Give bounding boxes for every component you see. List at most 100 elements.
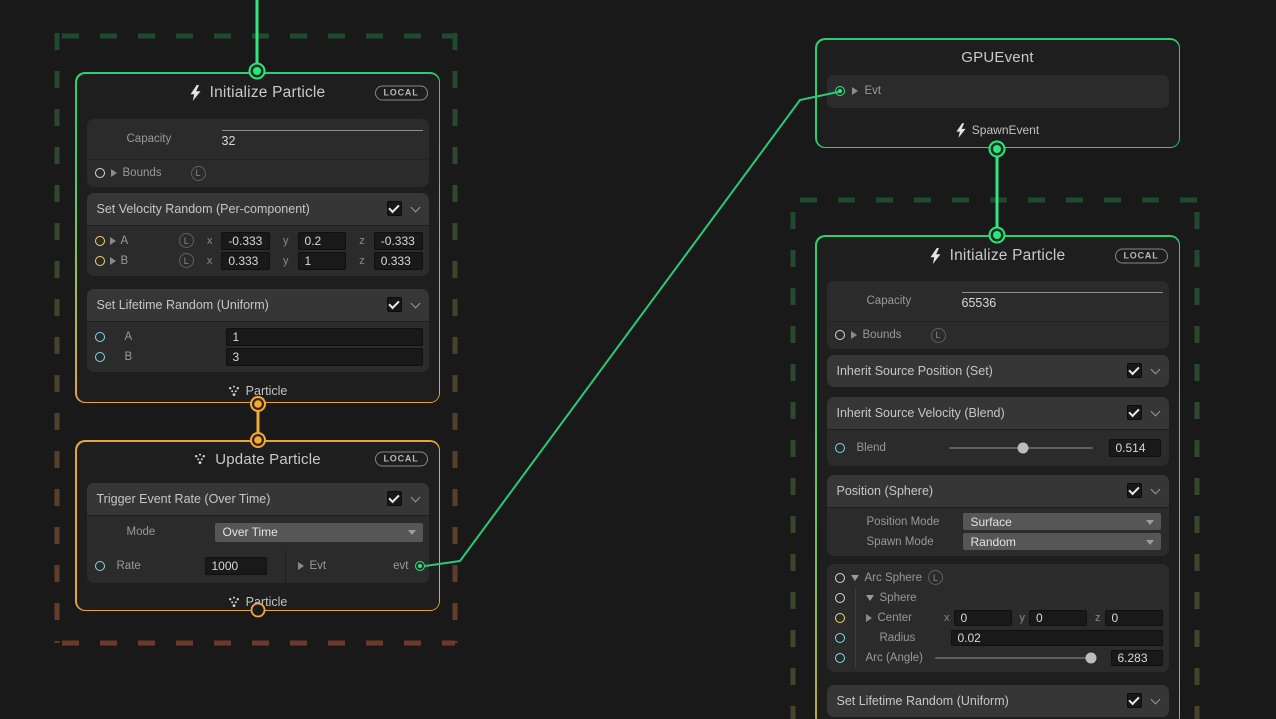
float-port[interactable] [835,443,845,453]
edge-evt-to-gpuevent[interactable] [425,92,838,566]
x-field[interactable]: -0.333 [221,232,270,250]
node-header[interactable]: Initialize Particle LOCAL [817,237,1179,275]
block-header-trigger-event-rate[interactable]: Trigger Event Rate (Over Time) [87,483,429,515]
evt-input-port[interactable] [835,86,845,96]
mode-row: Mode Over Time [87,516,429,549]
link-badge-icon: L [931,328,946,343]
axis-x-label: x [944,612,950,624]
mode-dropdown[interactable]: Over Time [215,523,423,542]
arc-sphere-row: Arc Sphere L [827,568,1169,588]
block-header-set-lifetime-random[interactable]: Set Lifetime Random (Uniform) [827,685,1169,717]
expander-icon[interactable] [111,169,117,177]
rate-field[interactable]: 1000 [205,557,267,575]
chevron-down-icon[interactable] [1150,694,1160,704]
spawn-mode-dropdown[interactable]: Random [963,533,1161,550]
block-header-position-sphere[interactable]: Position (Sphere) [827,475,1169,507]
row-label: A [125,331,220,343]
center-row: Center x 0 y 0 z 0 [827,608,1169,628]
chevron-down-icon[interactable] [1150,484,1160,494]
sphere-row: Sphere [827,588,1169,608]
x-field[interactable]: 0 [954,610,1012,626]
y-field[interactable]: 0.2 [298,232,347,250]
axis-x-label: x [207,235,213,247]
arc-angle-value-field[interactable]: 6.283 [1111,650,1163,666]
expander-icon[interactable] [110,257,116,265]
z-field[interactable]: 0 [1105,610,1163,626]
capacity-field[interactable]: 65536 [962,292,1163,310]
value-field[interactable]: 3 [226,348,423,366]
bounds-port[interactable] [835,330,845,340]
arc-angle-slider[interactable] [935,657,1094,659]
flow-output-label: Particle [77,595,439,610]
blend-label: Blend [857,442,937,454]
block-header-inherit-source-velocity[interactable]: Inherit Source Velocity (Blend) [827,397,1169,429]
block-header-set-velocity-random[interactable]: Set Velocity Random (Per-component) [87,193,429,225]
value-field[interactable]: 1 [226,328,423,346]
float-port[interactable] [95,332,105,342]
bounds-port[interactable] [95,168,105,178]
y-field[interactable]: 0 [1029,610,1087,626]
enabled-checkbox[interactable] [387,491,402,506]
position-mode-label: Position Mode [867,516,963,528]
vector-port[interactable] [95,236,105,246]
chevron-down-icon[interactable] [410,492,420,502]
float-port[interactable] [95,561,105,571]
enabled-checkbox[interactable] [1127,693,1142,708]
position-mode-dropdown[interactable]: Surface [963,513,1161,530]
float-port[interactable] [95,352,105,362]
expander-icon[interactable] [851,575,859,581]
float-port[interactable] [835,633,845,643]
vfx-graph-canvas[interactable]: { "nodes": { "left_init": { "title": "In… [0,0,1276,719]
expander-icon[interactable] [866,595,874,601]
evt-output-port[interactable] [415,561,425,571]
node-update-particle[interactable]: Update Particle LOCAL Trigger Event Rate… [75,440,440,611]
local-badge: LOCAL [1115,248,1168,263]
arc-sphere-label: Arc Sphere [865,572,923,584]
node-initialize-particle-right[interactable]: Initialize Particle LOCAL Capacity 65536… [815,235,1180,719]
node-header[interactable]: Update Particle LOCAL [77,442,439,477]
expander-icon[interactable] [851,331,857,339]
sphere-port[interactable] [835,593,845,603]
blend-value-field[interactable]: 0.514 [1109,439,1161,457]
lightning-bolt-icon [956,123,966,138]
enabled-checkbox[interactable] [1127,363,1142,378]
link-badge-icon: L [179,253,194,268]
float-port[interactable] [835,653,845,663]
expander-icon[interactable] [298,562,304,570]
flow-output-label: SpawnEvent [817,123,1179,147]
z-field[interactable]: 0.333 [374,252,423,270]
node-title-text: Update Particle [215,451,321,468]
vector-port[interactable] [95,256,105,266]
chevron-down-icon[interactable] [410,202,420,212]
lifetime-a-row: A 1 [87,327,429,347]
chevron-down-icon[interactable] [1150,364,1160,374]
expander-icon[interactable] [852,87,858,95]
node-initialize-particle-left[interactable]: Initialize Particle LOCAL Capacity 32 Bo… [75,72,440,403]
axis-z-label: z [1095,612,1101,624]
expander-icon[interactable] [866,614,872,622]
node-gpu-event[interactable]: GPUEvent Evt SpawnEvent [815,38,1180,148]
vector-port[interactable] [835,613,845,623]
enabled-checkbox[interactable] [1127,405,1142,420]
indent-guide [855,608,856,628]
x-field[interactable]: 0.333 [221,252,270,270]
node-header[interactable]: Initialize Particle LOCAL [77,74,439,112]
enabled-checkbox[interactable] [1127,483,1142,498]
radius-field[interactable]: 0.02 [951,630,1163,646]
chevron-down-icon[interactable] [1150,406,1160,416]
link-badge-icon: L [179,233,194,248]
y-field[interactable]: 1 [298,252,347,270]
z-field[interactable]: -0.333 [374,232,423,250]
blend-slider[interactable] [949,447,1093,449]
expander-icon[interactable] [110,237,116,245]
capacity-field[interactable]: 32 [222,130,423,148]
arc-sphere-port[interactable] [835,573,845,583]
chevron-down-icon[interactable] [410,298,420,308]
node-header[interactable]: GPUEvent [817,40,1179,75]
enabled-checkbox[interactable] [387,297,402,312]
slider-handle[interactable] [1017,442,1028,453]
enabled-checkbox[interactable] [387,201,402,216]
block-header-inherit-source-position[interactable]: Inherit Source Position (Set) [827,355,1169,387]
slider-handle[interactable] [1086,652,1097,663]
block-header-set-lifetime-random[interactable]: Set Lifetime Random (Uniform) [87,289,429,321]
